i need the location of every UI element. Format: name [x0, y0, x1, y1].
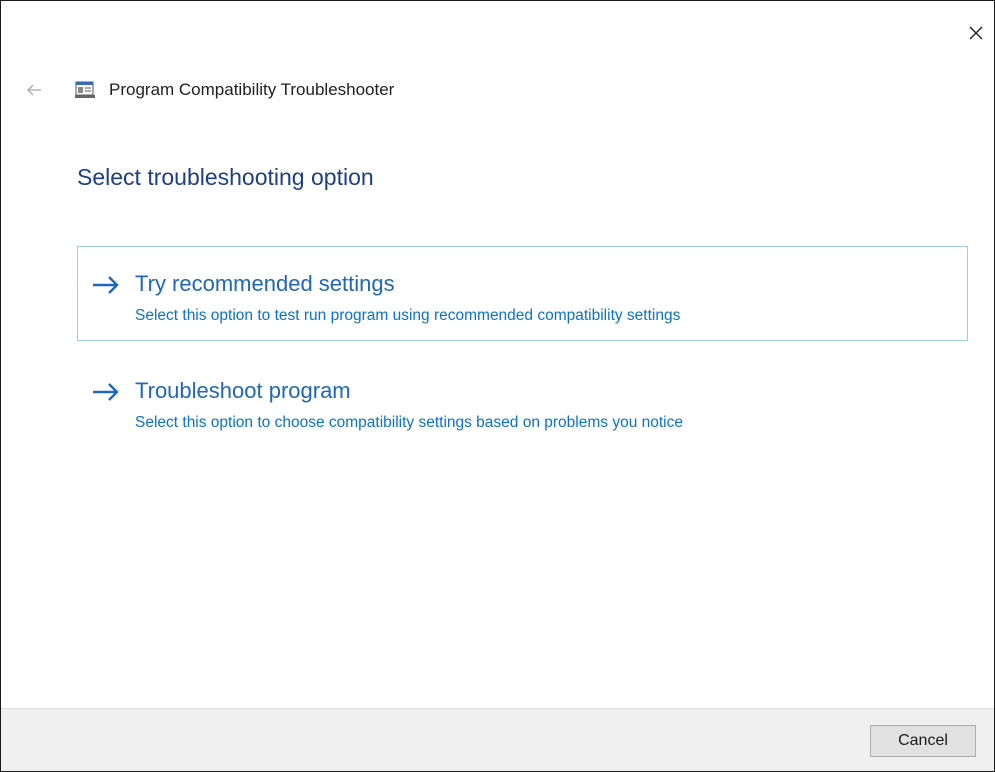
arrow-right-icon	[93, 276, 119, 294]
option-description: Select this option to test run program u…	[135, 307, 681, 324]
window-title: Program Compatibility Troubleshooter	[109, 80, 395, 99]
arrow-right-icon	[93, 383, 119, 401]
back-arrow-icon	[27, 84, 41, 96]
option-title: Troubleshoot program	[135, 378, 351, 403]
program-compatibility-icon	[75, 81, 95, 99]
window-header: Program Compatibility Troubleshooter	[23, 79, 394, 101]
close-icon	[969, 26, 983, 40]
option-description: Select this option to choose compatibili…	[135, 414, 683, 431]
page-title: Select troubleshooting option	[77, 164, 374, 190]
option-troubleshoot-program[interactable]: Troubleshoot program Select this option …	[77, 368, 968, 463]
troubleshooter-window: Program Compatibility Troubleshooter Sel…	[0, 0, 995, 772]
option-title: Try recommended settings	[135, 271, 395, 296]
dialog-footer: Cancel	[1, 708, 994, 771]
cancel-button[interactable]: Cancel	[870, 725, 976, 757]
back-button[interactable]	[23, 79, 45, 101]
option-try-recommended-settings[interactable]: Try recommended settings Select this opt…	[77, 246, 968, 341]
close-button[interactable]	[962, 19, 990, 47]
